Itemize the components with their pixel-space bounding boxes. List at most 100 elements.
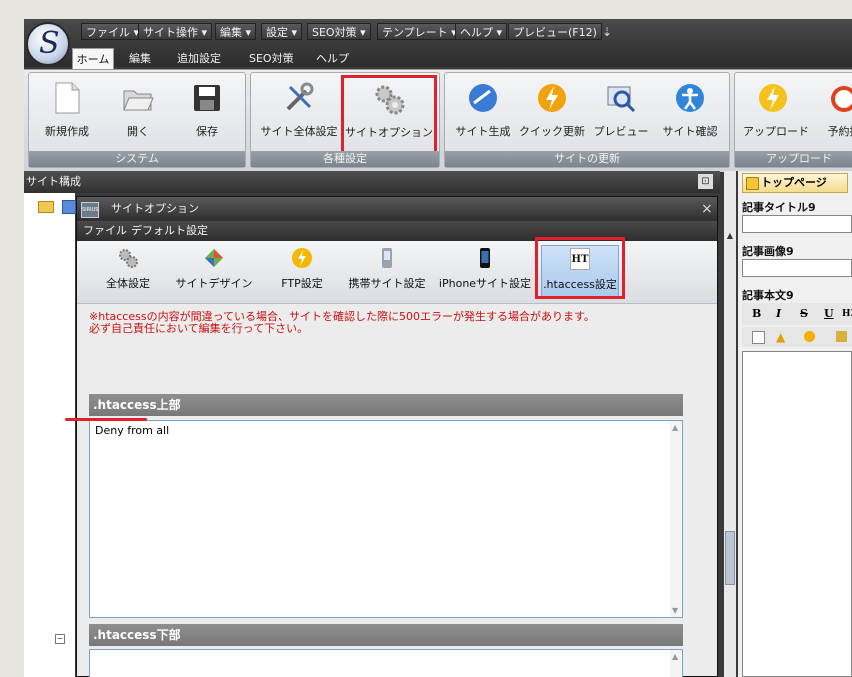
new-button[interactable]: 新規作成 bbox=[37, 81, 97, 145]
tab-help[interactable]: ヘルプ bbox=[316, 49, 349, 69]
tree-collapse-icon[interactable]: − bbox=[55, 634, 65, 644]
folder-open-icon bbox=[123, 90, 154, 111]
menu-edit[interactable]: 編集 ▾ bbox=[215, 23, 257, 40]
menu-preview[interactable]: プレビュー(F12) bbox=[508, 23, 602, 40]
htaccess-lower-header: .htaccess下部 bbox=[89, 624, 683, 646]
insert-toolbar: ▲ bbox=[742, 327, 852, 347]
group-upload: アップロード 予約投 アップロード bbox=[734, 72, 852, 168]
page-icon[interactable] bbox=[62, 200, 76, 214]
htaccess-upper-textarea[interactable]: Deny from all ▲ ▼ bbox=[89, 420, 683, 618]
folder-tab-icon bbox=[746, 177, 759, 190]
gears-small-icon bbox=[119, 249, 138, 268]
lightning-icon bbox=[538, 84, 566, 112]
scheduled-post-button[interactable]: 予約投 bbox=[819, 81, 852, 145]
tab-top-page[interactable]: トップページ bbox=[742, 173, 848, 193]
article-body-editor[interactable] bbox=[742, 351, 852, 677]
textarea-scrollbar[interactable]: ▲ ▼ bbox=[670, 421, 682, 617]
dialog-toolbar: 全体設定 サイトデザイン FTP設定 携帯サイト設定 iPhoneサイト設定 H… bbox=[77, 237, 717, 304]
lower-scroll-up-icon[interactable]: ▲ bbox=[672, 652, 678, 661]
image-icon[interactable] bbox=[836, 331, 847, 342]
app-logo[interactable]: S bbox=[26, 22, 70, 66]
tab-site-design[interactable]: サイトデザイン bbox=[169, 245, 259, 297]
tab-edit[interactable]: 編集 bbox=[129, 49, 151, 69]
new-document-icon bbox=[55, 82, 80, 114]
menu-settings[interactable]: 設定 ▾ bbox=[261, 23, 303, 40]
htaccess-lower-textarea[interactable]: ▲ bbox=[89, 649, 683, 677]
site-generate-button[interactable]: サイト生成 bbox=[453, 81, 513, 145]
underline-button[interactable]: U bbox=[824, 303, 834, 325]
gears-icon bbox=[375, 85, 405, 115]
scroll-up-icon[interactable]: ▲ bbox=[725, 231, 735, 241]
ftp-lightning-icon bbox=[292, 248, 312, 268]
preview-button[interactable]: プレビュー bbox=[593, 81, 649, 145]
htaccess-upper-header: .htaccess上部 bbox=[89, 394, 683, 416]
dialog-app-icon: SIRIUS bbox=[81, 202, 99, 218]
textarea-scroll-down-icon[interactable]: ▼ bbox=[672, 606, 678, 615]
site-structure-header: サイト構成 ⊡ bbox=[24, 171, 720, 193]
annotation-underline bbox=[65, 418, 147, 421]
site-options-dialog: SIRIUS サイトオプション × ファイル デフォルト設定 全体設定 サイトデ… bbox=[76, 196, 718, 677]
italic-button[interactable]: I bbox=[776, 303, 781, 325]
table-icon[interactable] bbox=[752, 331, 765, 344]
article-image-input[interactable] bbox=[742, 259, 852, 277]
site-tree[interactable]: − bbox=[24, 193, 76, 677]
site-options-button[interactable]: サイトオプション bbox=[341, 75, 437, 155]
editor-pane: ▲ トップページ 記事タイトル9 記事画像9 記事本文9 B I S U H3 … bbox=[724, 171, 852, 677]
iphone-icon bbox=[480, 248, 490, 268]
floppy-disk-icon bbox=[194, 85, 220, 111]
alarm-clock-icon bbox=[831, 86, 852, 112]
dialog-title: サイトオプション bbox=[111, 202, 199, 215]
group-system-label: システム bbox=[29, 151, 245, 167]
tab-iphone-settings[interactable]: iPhoneサイト設定 bbox=[437, 245, 533, 297]
article-title-label: 記事タイトル9 bbox=[742, 201, 816, 214]
textarea-scroll-up-icon[interactable]: ▲ bbox=[672, 423, 678, 432]
group-update-label: サイトの更新 bbox=[445, 151, 729, 167]
group-update: サイト生成 クイック更新 プレビュー サイト確認 サイトの更新 bbox=[444, 72, 730, 168]
menu-file[interactable]: ファイル ▾ bbox=[81, 23, 145, 40]
format-toolbar: B I S U H3 bbox=[742, 303, 852, 325]
htaccess-upper-text: Deny from all bbox=[95, 424, 170, 437]
save-button[interactable]: 保存 bbox=[181, 81, 233, 145]
site-settings-button[interactable]: サイト全体設定 bbox=[257, 81, 341, 145]
generate-icon bbox=[469, 84, 497, 112]
tab-mobile-settings[interactable]: 携帯サイト設定 bbox=[347, 245, 427, 297]
tab-seo[interactable]: SEO対策 bbox=[249, 49, 294, 69]
close-icon[interactable]: × bbox=[701, 197, 713, 221]
tab-ftp-settings[interactable]: FTP設定 bbox=[275, 245, 329, 297]
tab-extra-settings[interactable]: 追加設定 bbox=[177, 49, 221, 69]
magnifier-icon bbox=[607, 86, 636, 113]
menu-site-ops[interactable]: サイト操作 ▾ bbox=[138, 23, 213, 40]
design-icon bbox=[205, 249, 223, 267]
tools-icon bbox=[286, 82, 314, 111]
dialog-menu-file[interactable]: ファイル bbox=[83, 221, 127, 241]
emoji-icon[interactable] bbox=[804, 331, 815, 342]
person-icon bbox=[676, 84, 704, 112]
site-check-button[interactable]: サイト確認 bbox=[659, 81, 721, 145]
group-upload-label: アップロード bbox=[735, 151, 852, 167]
upload-button[interactable]: アップロード bbox=[743, 81, 809, 145]
lower-textarea-scrollbar[interactable]: ▲ bbox=[670, 650, 682, 677]
app-window: S ファイル ▾ サイト操作 ▾ 編集 ▾ 設定 ▾ SEO対策 ▾ テンプレー… bbox=[24, 19, 852, 677]
tab-home[interactable]: ホーム bbox=[72, 48, 114, 69]
htaccess-tab-highlight bbox=[535, 237, 625, 299]
qat-overflow-icon[interactable]: ⇣ bbox=[602, 25, 612, 39]
article-image-label: 記事画像9 bbox=[742, 245, 794, 258]
article-title-input[interactable] bbox=[742, 215, 852, 233]
menu-template[interactable]: テンプレート ▾ bbox=[377, 23, 462, 40]
bold-button[interactable]: B bbox=[752, 303, 761, 325]
menu-help[interactable]: ヘルプ ▾ bbox=[455, 23, 508, 40]
group-settings-label: 各種設定 bbox=[251, 151, 439, 167]
h3-button[interactable]: H3 bbox=[842, 303, 852, 325]
open-button[interactable]: 開く bbox=[113, 81, 163, 145]
dialog-menu-defaults[interactable]: デフォルト設定 bbox=[131, 221, 208, 241]
scroll-thumb[interactable] bbox=[725, 531, 735, 585]
strike-button[interactable]: S bbox=[800, 303, 808, 325]
quick-update-button[interactable]: クイック更新 bbox=[519, 81, 585, 145]
upload-lightning-icon bbox=[759, 84, 787, 112]
menu-seo[interactable]: SEO対策 ▾ bbox=[307, 23, 371, 40]
pin-icon[interactable]: ⊡ bbox=[698, 174, 713, 189]
main-scrollbar[interactable]: ▲ bbox=[724, 171, 736, 677]
tab-general-settings[interactable]: 全体設定 bbox=[97, 245, 159, 297]
warning-icon[interactable]: ▲ bbox=[776, 330, 785, 344]
folder-icon[interactable] bbox=[38, 201, 54, 213]
